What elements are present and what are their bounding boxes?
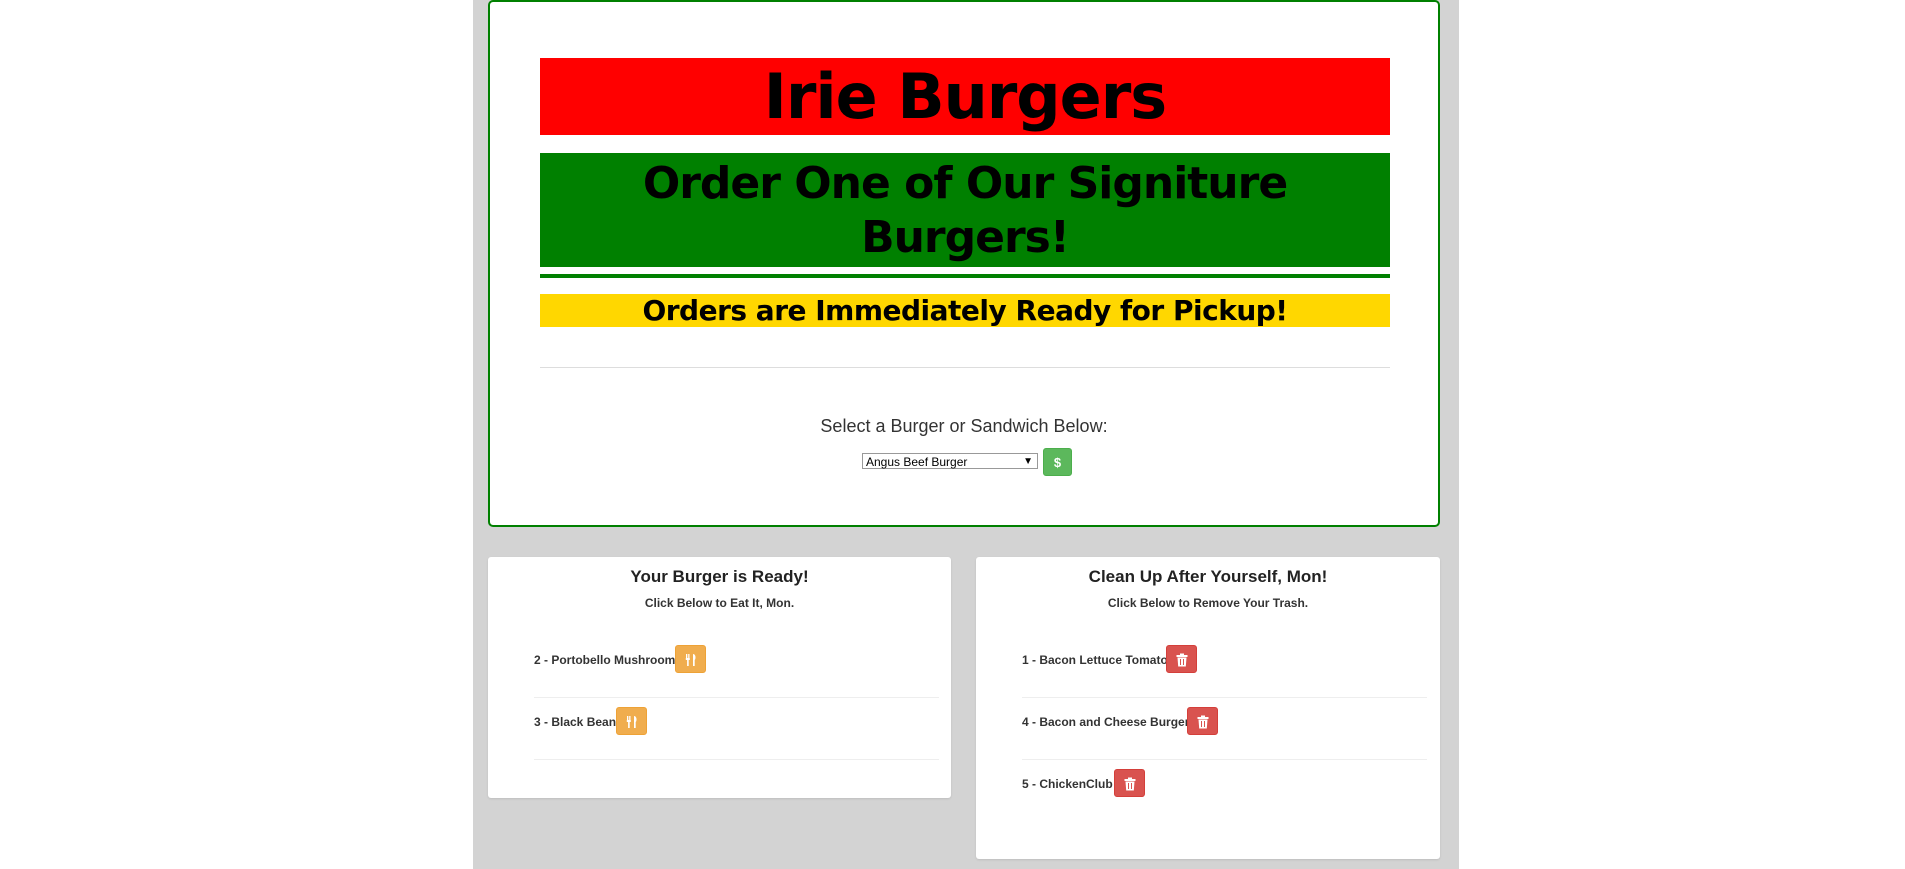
green-divider (540, 274, 1390, 278)
burger-label: 2 - Portobello Mushroom (534, 653, 676, 667)
list-item: 4 - Bacon and Cheese Burger (1022, 698, 1427, 760)
eat-button[interactable] (675, 645, 706, 673)
chevron-down-icon: ▼ (1023, 456, 1033, 467)
order-button[interactable]: $ (1043, 448, 1072, 476)
page-container: Irie Burgers Order One of Our Signiture … (473, 0, 1459, 869)
ready-panel: Your Burger is Ready! Click Below to Eat… (488, 557, 951, 798)
trash-panel-title: Clean Up After Yourself, Mon! (1088, 567, 1328, 586)
list-item: 2 - Portobello Mushroom (534, 636, 939, 698)
list-item: 5 - ChickenClub (1022, 760, 1427, 822)
burger-label: 4 - Bacon and Cheese Burger (1022, 715, 1190, 729)
cutlery-icon (626, 716, 637, 728)
burger-label: 3 - Black Bean (534, 715, 617, 729)
burger-select-value: Angus Beef Burger (866, 455, 968, 469)
list-item: 3 - Black Bean (534, 698, 939, 760)
trash-icon (1176, 653, 1188, 667)
cutlery-icon (685, 654, 696, 666)
burger-label: 5 - ChickenClub (1022, 777, 1113, 791)
jumbotron: Irie Burgers Order One of Our Signiture … (488, 0, 1440, 527)
trash-panel: Clean Up After Yourself, Mon! Click Belo… (976, 557, 1440, 859)
dollar-icon: $ (1053, 455, 1062, 470)
trash-panel-subtitle: Click Below to Remove Your Trash. (1107, 596, 1309, 610)
trash-button[interactable] (1187, 707, 1218, 735)
trash-button[interactable] (1114, 769, 1145, 797)
trash-icon (1197, 715, 1209, 729)
trash-button[interactable] (1166, 645, 1197, 673)
select-label: Select a Burger or Sandwich Below: (820, 416, 1108, 436)
eat-button[interactable] (616, 707, 647, 735)
trash-icon (1124, 777, 1136, 791)
page-subtitle: Order One of Our Signiture Burgers! (540, 153, 1390, 267)
list-item: 1 - Bacon Lettuce Tomato (1022, 636, 1427, 698)
burger-label: 1 - Bacon Lettuce Tomato (1022, 653, 1168, 667)
site-title: Irie Burgers (540, 58, 1390, 135)
divider (540, 367, 1390, 368)
ready-panel-title: Your Burger is Ready! (630, 567, 809, 586)
ready-panel-subtitle: Click Below to Eat It, Mon. (644, 596, 795, 610)
tagline: Orders are Immediately Ready for Pickup! (540, 294, 1390, 327)
burger-select[interactable]: Angus Beef Burger ▼ (862, 453, 1038, 469)
